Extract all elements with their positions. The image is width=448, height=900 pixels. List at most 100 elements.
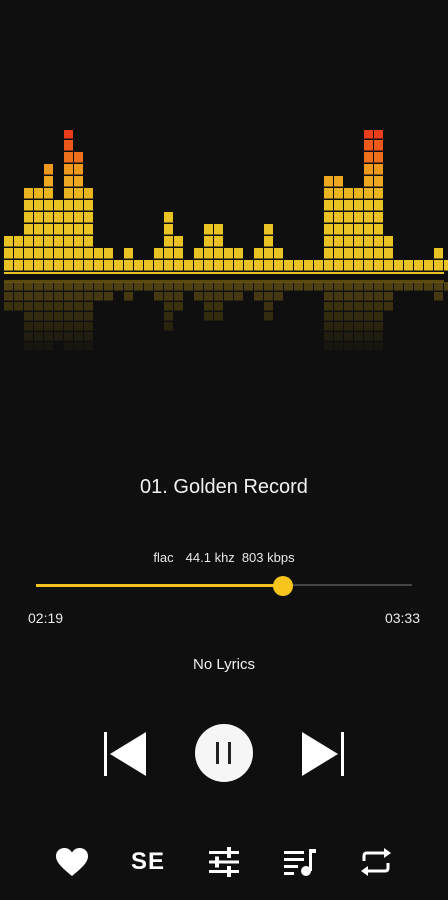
visualizer-segment bbox=[334, 260, 343, 271]
visualizer-segment bbox=[34, 236, 43, 247]
visualizer-segment bbox=[44, 260, 53, 271]
previous-button[interactable] bbox=[100, 730, 152, 778]
visualizer-reflection bbox=[44, 282, 53, 291]
visualizer-reflection bbox=[344, 302, 353, 311]
visualizer-segment bbox=[74, 200, 83, 211]
visualizer-segment bbox=[374, 140, 383, 151]
visualizer-reflection bbox=[354, 312, 363, 321]
visualizer-segment bbox=[254, 260, 263, 271]
visualizer-segment bbox=[344, 248, 353, 259]
visualizer-reflection bbox=[294, 282, 303, 291]
visualizer-segment bbox=[174, 248, 183, 259]
visualizer-reflection bbox=[44, 332, 53, 341]
equalizer-button[interactable] bbox=[204, 842, 244, 882]
playlist-button[interactable] bbox=[280, 842, 320, 882]
visualizer-segment bbox=[84, 212, 93, 223]
repeat-button[interactable] bbox=[356, 842, 396, 882]
visualizer-segment bbox=[44, 236, 53, 247]
seek-thumb[interactable] bbox=[273, 576, 294, 596]
visualizer-reflection bbox=[424, 282, 433, 291]
visualizer-reflection bbox=[64, 282, 73, 291]
visualizer-segment bbox=[74, 152, 83, 163]
visualizer-reflection bbox=[24, 292, 33, 301]
visualizer-reflection bbox=[264, 292, 273, 301]
visualizer-segment bbox=[334, 236, 343, 247]
visualizer-segment bbox=[64, 130, 73, 139]
visualizer-segment bbox=[364, 200, 373, 211]
favorite-button[interactable] bbox=[52, 842, 92, 882]
visualizer-segment bbox=[64, 164, 73, 175]
visualizer-reflection bbox=[154, 292, 163, 301]
visualizer-segment bbox=[54, 248, 63, 259]
visualizer-reflection bbox=[234, 292, 243, 301]
visualizer-segment bbox=[364, 176, 373, 187]
audio-format: flac bbox=[153, 550, 174, 565]
visualizer-reflection bbox=[334, 282, 343, 291]
visualizer-reflection bbox=[364, 302, 373, 311]
visualizer-segment bbox=[344, 260, 353, 271]
visualizer-reflection bbox=[84, 332, 93, 341]
visualizer-segment bbox=[334, 188, 343, 199]
lyrics-status[interactable]: No Lyrics bbox=[0, 656, 448, 673]
playlist-icon bbox=[284, 849, 316, 876]
visualizer-segment bbox=[64, 224, 73, 235]
visualizer-reflection bbox=[334, 322, 343, 331]
visualizer-segment bbox=[24, 200, 33, 211]
visualizer-reflection bbox=[384, 282, 393, 291]
visualizer-reflection bbox=[374, 312, 383, 321]
visualizer-segment bbox=[374, 236, 383, 247]
visualizer-reflection bbox=[364, 292, 373, 301]
audio-rate: 44.1 khz 803 kbps bbox=[186, 550, 295, 565]
sound-effects-button[interactable]: SE bbox=[128, 842, 168, 882]
seek-bar[interactable] bbox=[36, 576, 412, 596]
visualizer-segment bbox=[24, 248, 33, 259]
visualizer-segment bbox=[274, 260, 283, 271]
visualizer-segment bbox=[374, 224, 383, 235]
visualizer-reflection bbox=[364, 322, 373, 331]
visualizer-reflection bbox=[44, 302, 53, 311]
visualizer-segment bbox=[34, 224, 43, 235]
visualizer-reflection bbox=[34, 332, 43, 341]
play-pause-button[interactable] bbox=[195, 724, 253, 782]
visualizer-reflection bbox=[74, 282, 83, 291]
visualizer-segment bbox=[164, 260, 173, 271]
visualizer-reflection bbox=[34, 292, 43, 301]
visualizer-segment bbox=[374, 130, 383, 139]
visualizer-reflection bbox=[214, 292, 223, 301]
visualizer-reflection bbox=[314, 282, 323, 291]
next-button[interactable] bbox=[296, 730, 348, 778]
visualizer-reflection bbox=[54, 332, 63, 341]
visualizer-reflection bbox=[34, 342, 43, 351]
visualizer-reflection bbox=[344, 312, 353, 321]
visualizer-segment bbox=[234, 260, 243, 271]
visualizer-segment bbox=[24, 236, 33, 247]
visualizer-reflection bbox=[354, 342, 363, 351]
visualizer-reflection bbox=[4, 282, 13, 291]
visualizer-reflection bbox=[14, 292, 23, 301]
heart-icon bbox=[56, 848, 88, 876]
visualizer-reflection bbox=[64, 322, 73, 331]
visualizer-reflection bbox=[44, 312, 53, 321]
visualizer-segment bbox=[74, 224, 83, 235]
visualizer-reflection bbox=[174, 282, 183, 291]
visualizer-reflection bbox=[134, 282, 143, 291]
visualizer-reflection bbox=[354, 292, 363, 301]
visualizer-reflection bbox=[324, 322, 333, 331]
visualizer-reflection bbox=[324, 332, 333, 341]
visualizer-segment bbox=[324, 260, 333, 271]
visualizer-segment bbox=[334, 248, 343, 259]
visualizer-segment bbox=[64, 236, 73, 247]
visualizer-reflection bbox=[204, 302, 213, 311]
visualizer-reflection bbox=[84, 282, 93, 291]
visualizer-reflection bbox=[334, 292, 343, 301]
visualizer-segment bbox=[264, 260, 273, 271]
visualizer-segment bbox=[84, 224, 93, 235]
visualizer-reflection bbox=[374, 302, 383, 311]
visualizer-segment bbox=[374, 188, 383, 199]
visualizer-segment bbox=[104, 248, 113, 259]
visualizer-reflection bbox=[414, 282, 423, 291]
visualizer-segment bbox=[44, 248, 53, 259]
visualizer-segment bbox=[224, 248, 233, 259]
visualizer-segment bbox=[34, 248, 43, 259]
visualizer-segment bbox=[54, 224, 63, 235]
